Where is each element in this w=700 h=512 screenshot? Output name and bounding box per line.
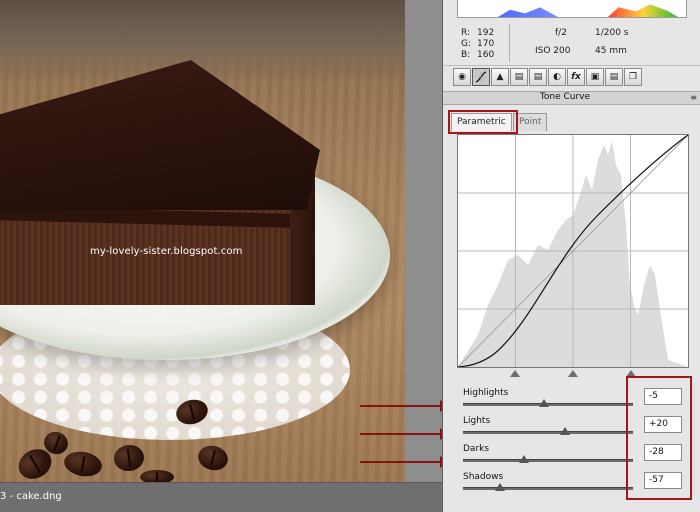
lens-icon[interactable]: ◐ bbox=[548, 68, 566, 86]
effects-icon[interactable]: fx bbox=[567, 68, 585, 86]
slider-thumb[interactable] bbox=[538, 399, 549, 407]
rgb-readout-r: R: 192 bbox=[461, 28, 495, 38]
photo-preview[interactable]: my-lovely-sister.blogspot.com bbox=[0, 0, 405, 482]
slider-thumb[interactable] bbox=[519, 455, 530, 463]
tone-curve-icon[interactable] bbox=[472, 68, 490, 86]
histogram-blue bbox=[498, 7, 558, 17]
status-bar: 3 - cake.dng bbox=[0, 482, 442, 512]
slider-label: Shadows bbox=[463, 472, 504, 482]
slider-label: Darks bbox=[463, 444, 490, 454]
tab-parametric[interactable]: Parametric bbox=[451, 113, 512, 131]
histogram bbox=[457, 0, 687, 18]
histogram-rgb bbox=[608, 4, 678, 17]
info-divider bbox=[509, 24, 510, 62]
presets-icon[interactable]: ▤ bbox=[605, 68, 623, 86]
annotation-arrow-darks bbox=[360, 456, 449, 468]
slider-track[interactable] bbox=[463, 487, 633, 490]
coffee-bean bbox=[140, 470, 174, 482]
annotation-box-values bbox=[626, 376, 692, 500]
preview-gutter bbox=[405, 0, 442, 482]
panel-tab-bar: ◉ ▲ ▤ ▤ ◐ fx ▣ ▤ ❐ bbox=[453, 68, 693, 88]
slider-thumb[interactable] bbox=[560, 427, 570, 435]
exif-iso: ISO 200 bbox=[535, 46, 571, 56]
split-point-midtones[interactable] bbox=[568, 370, 578, 377]
watermark: my-lovely-sister.blogspot.com bbox=[90, 246, 243, 257]
exif-focal-length: 45 mm bbox=[595, 46, 627, 56]
tone-curve-svg bbox=[458, 135, 688, 367]
rgb-readout-g: G: 170 bbox=[461, 39, 495, 49]
slider-label: Highlights bbox=[463, 388, 509, 398]
tab-point[interactable]: Point bbox=[513, 113, 548, 131]
exif-aperture: f/2 bbox=[555, 28, 567, 38]
slider-track[interactable] bbox=[463, 431, 633, 434]
slider-thumb[interactable] bbox=[494, 483, 505, 491]
annotation-arrow-highlights bbox=[360, 400, 449, 412]
file-name: 3 - cake.dng bbox=[0, 491, 62, 502]
split-toning-icon[interactable]: ▤ bbox=[529, 68, 547, 86]
annotation-arrow-lights bbox=[360, 428, 449, 440]
panel-menu-icon[interactable]: ≡ bbox=[690, 93, 697, 102]
camera-calibration-icon[interactable]: ▣ bbox=[586, 68, 604, 86]
detail-icon[interactable]: ▲ bbox=[491, 68, 509, 86]
section-header: Tone Curve ≡ bbox=[443, 91, 700, 105]
hsl-icon[interactable]: ▤ bbox=[510, 68, 528, 86]
section-title: Tone Curve bbox=[539, 92, 591, 102]
pixel-info: R: 192 G: 170 B: 160 f/2 1/200 s ISO 200 45… bbox=[443, 22, 700, 66]
rgb-readout-b: B: 160 bbox=[461, 50, 495, 60]
slider-track[interactable] bbox=[463, 459, 633, 462]
tone-curve-graph[interactable] bbox=[457, 134, 689, 368]
split-point-shadows[interactable] bbox=[510, 370, 520, 377]
basic-icon[interactable]: ◉ bbox=[453, 68, 471, 86]
snapshots-icon[interactable]: ❐ bbox=[624, 68, 642, 86]
slider-label: Lights bbox=[463, 416, 491, 426]
exif-shutter: 1/200 s bbox=[595, 28, 629, 38]
